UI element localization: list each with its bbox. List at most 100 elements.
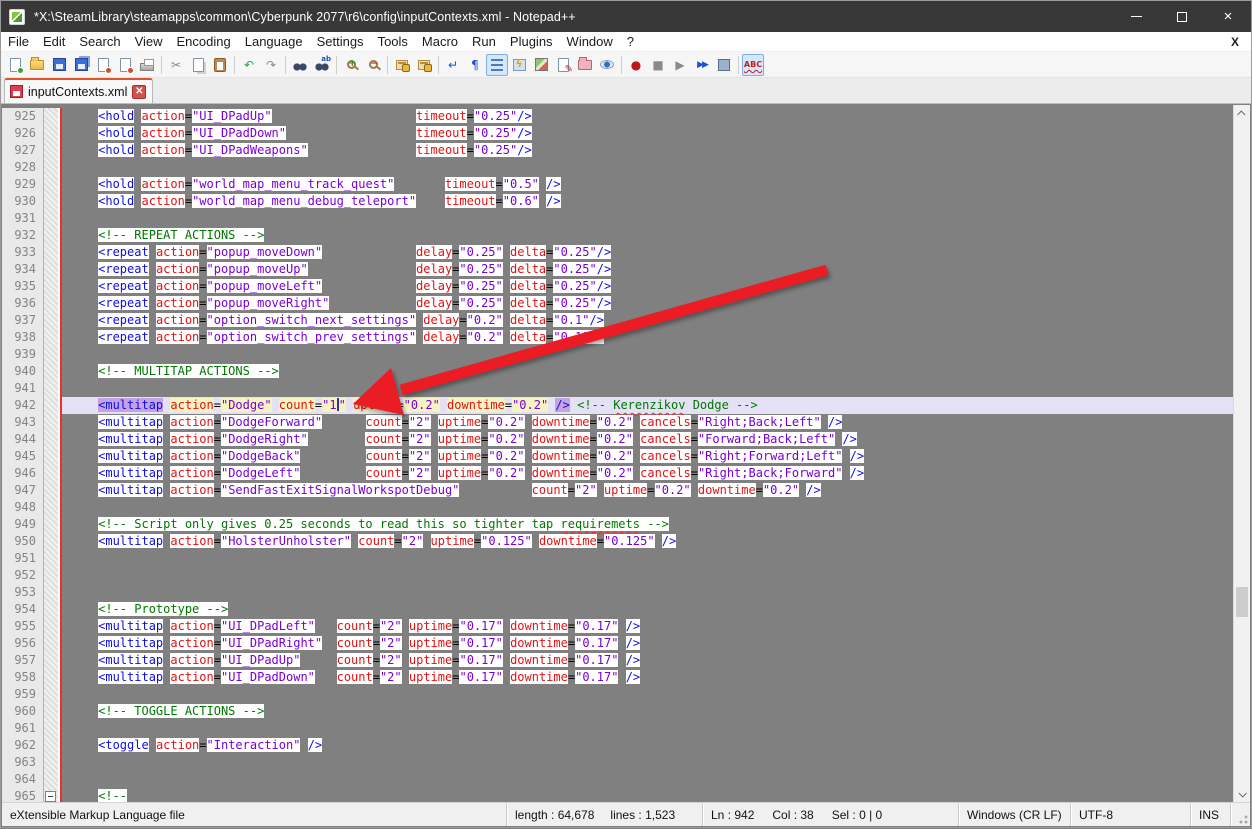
code-line-text[interactable]: <multitap action="UI_DPadUp" count="2" u… bbox=[62, 652, 1233, 669]
code-line-text[interactable]: <!-- Prototype --> bbox=[62, 601, 1233, 618]
code-line-text[interactable] bbox=[62, 567, 1233, 584]
code-line-text[interactable]: <hold action="UI_DPadUp" timeout="0.25"/… bbox=[62, 108, 1233, 125]
code-line-text[interactable]: <!-- REPEAT ACTIONS --> bbox=[62, 227, 1233, 244]
code-line-text[interactable]: <multitap action="SendFastExitSignalWork… bbox=[62, 482, 1233, 499]
macro-stop-button[interactable]: ■ bbox=[647, 54, 669, 76]
maximize-button[interactable] bbox=[1159, 1, 1205, 32]
show-all-characters-button[interactable]: ¶ bbox=[464, 54, 486, 76]
document-close-x[interactable]: X bbox=[1219, 35, 1251, 49]
code-line-text[interactable]: <hold action="UI_DPadDown" timeout="0.25… bbox=[62, 125, 1233, 142]
code-line-text[interactable]: <!-- MULTITAP ACTIONS --> bbox=[62, 363, 1233, 380]
code-line-text[interactable] bbox=[62, 720, 1233, 737]
code-line-text[interactable]: <multitap action="HolsterUnholster" coun… bbox=[62, 533, 1233, 550]
code-line-text[interactable] bbox=[62, 686, 1233, 703]
code-line-text[interactable]: <hold action="world_map_menu_debug_telep… bbox=[62, 193, 1233, 210]
new-file-button[interactable] bbox=[4, 54, 26, 76]
code-line-text[interactable]: <multitap action="Dodge" count="1" uptim… bbox=[62, 397, 1233, 414]
minimize-button[interactable] bbox=[1113, 1, 1159, 32]
code-line-text[interactable]: <hold action="world_map_menu_track_quest… bbox=[62, 176, 1233, 193]
paste-button[interactable] bbox=[209, 54, 231, 76]
menu-item-run[interactable]: Run bbox=[465, 32, 503, 51]
spell-check-button[interactable]: ABC bbox=[742, 54, 764, 76]
code-line-text[interactable] bbox=[62, 380, 1233, 397]
code-line-text[interactable] bbox=[62, 210, 1233, 227]
vertical-scrollbar[interactable] bbox=[1233, 105, 1250, 802]
menu-item-file[interactable]: File bbox=[1, 32, 36, 51]
code-area[interactable]: 925 <hold action="UI_DPadUp" timeout="0.… bbox=[2, 105, 1233, 802]
code-line-text[interactable]: <multitap action="DodgeRight" count="2" … bbox=[62, 431, 1233, 448]
document-map-button[interactable] bbox=[530, 54, 552, 76]
code-line-text[interactable] bbox=[62, 584, 1233, 601]
code-line-text[interactable]: <!-- TOGGLE ACTIONS --> bbox=[62, 703, 1233, 720]
code-line-text[interactable]: <repeat action="option_switch_prev_setti… bbox=[62, 329, 1233, 346]
sync-horizontal-button[interactable] bbox=[413, 54, 435, 76]
zoom-out-button[interactable]: − bbox=[362, 54, 384, 76]
scroll-down-icon[interactable] bbox=[1234, 785, 1250, 802]
code-line-text[interactable]: <repeat action="option_switch_next_setti… bbox=[62, 312, 1233, 329]
code-line-text[interactable] bbox=[62, 346, 1233, 363]
document-switcher-button[interactable] bbox=[552, 54, 574, 76]
cut-button[interactable]: ✂ bbox=[165, 54, 187, 76]
close-button[interactable]: × bbox=[1205, 1, 1251, 32]
macro-save-button[interactable] bbox=[713, 54, 735, 76]
menu-item-[interactable]: ? bbox=[620, 32, 641, 51]
menu-item-language[interactable]: Language bbox=[238, 32, 310, 51]
macro-run-multiple-button[interactable]: ▶▶ bbox=[691, 54, 713, 76]
save-button[interactable] bbox=[48, 54, 70, 76]
code-line-text[interactable]: <repeat action="popup_moveDown" delay="0… bbox=[62, 244, 1233, 261]
open-button[interactable] bbox=[26, 54, 48, 76]
status-eol-format[interactable]: Windows (CR LF) bbox=[959, 803, 1071, 826]
indent-guide-button[interactable] bbox=[486, 54, 508, 76]
redo-button[interactable]: ↷ bbox=[260, 54, 282, 76]
resize-grip[interactable] bbox=[1234, 810, 1250, 826]
menu-item-encoding[interactable]: Encoding bbox=[170, 32, 238, 51]
menu-item-macro[interactable]: Macro bbox=[415, 32, 465, 51]
menu-item-settings[interactable]: Settings bbox=[310, 32, 371, 51]
zoom-in-button[interactable]: + bbox=[340, 54, 362, 76]
code-line-text[interactable]: <multitap action="DodgeForward" count="2… bbox=[62, 414, 1233, 431]
menu-item-view[interactable]: View bbox=[128, 32, 170, 51]
scroll-up-icon[interactable] bbox=[1234, 105, 1250, 122]
status-insert-mode[interactable]: INS bbox=[1191, 803, 1231, 826]
word-wrap-button[interactable]: ↵ bbox=[442, 54, 464, 76]
code-line-text[interactable]: <repeat action="popup_moveUp" delay="0.2… bbox=[62, 261, 1233, 278]
menu-item-search[interactable]: Search bbox=[72, 32, 127, 51]
close-button[interactable] bbox=[92, 54, 114, 76]
replace-button[interactable] bbox=[311, 54, 333, 76]
code-line-text[interactable]: <!-- Script only gives 0.25 seconds to r… bbox=[62, 516, 1233, 533]
find-button[interactable] bbox=[289, 54, 311, 76]
fold-collapse-icon[interactable] bbox=[45, 791, 56, 802]
menu-item-tools[interactable]: Tools bbox=[371, 32, 415, 51]
undo-button[interactable]: ↶ bbox=[238, 54, 260, 76]
menu-item-edit[interactable]: Edit bbox=[36, 32, 72, 51]
save-all-button[interactable] bbox=[70, 54, 92, 76]
code-line-text[interactable]: <repeat action="popup_moveLeft" delay="0… bbox=[62, 278, 1233, 295]
code-line-text[interactable]: <!-- bbox=[62, 788, 1233, 802]
macro-record-button[interactable]: ● bbox=[625, 54, 647, 76]
code-line-text[interactable]: <multitap action="DodgeBack" count="2" u… bbox=[62, 448, 1233, 465]
close-all-button[interactable] bbox=[114, 54, 136, 76]
code-line-text[interactable]: <multitap action="UI_DPadRight" count="2… bbox=[62, 635, 1233, 652]
tab-close-icon[interactable]: ✕ bbox=[132, 85, 146, 99]
function-completion-button[interactable]: ϟ bbox=[508, 54, 530, 76]
monitoring-button[interactable] bbox=[596, 54, 618, 76]
scrollbar-thumb[interactable] bbox=[1236, 587, 1248, 617]
print-button[interactable] bbox=[136, 54, 158, 76]
sync-vertical-button[interactable] bbox=[391, 54, 413, 76]
code-line-text[interactable]: <toggle action="Interaction" /> bbox=[62, 737, 1233, 754]
code-line-text[interactable]: <repeat action="popup_moveRight" delay="… bbox=[62, 295, 1233, 312]
code-line-text[interactable] bbox=[62, 499, 1233, 516]
code-line-text[interactable] bbox=[62, 159, 1233, 176]
code-line-text[interactable]: <multitap action="DodgeLeft" count="2" u… bbox=[62, 465, 1233, 482]
code-line-text[interactable] bbox=[62, 754, 1233, 771]
copy-button[interactable] bbox=[187, 54, 209, 76]
folder-as-workspace-button[interactable] bbox=[574, 54, 596, 76]
tab-inputcontexts[interactable]: inputContexts.xml ✕ bbox=[4, 78, 153, 103]
code-line-text[interactable]: <multitap action="UI_DPadLeft" count="2"… bbox=[62, 618, 1233, 635]
menu-item-plugins[interactable]: Plugins bbox=[503, 32, 560, 51]
macro-play-button[interactable]: ▶ bbox=[669, 54, 691, 76]
code-line-text[interactable] bbox=[62, 550, 1233, 567]
status-encoding[interactable]: UTF-8 bbox=[1071, 803, 1191, 826]
code-line-text[interactable]: <hold action="UI_DPadWeapons" timeout="0… bbox=[62, 142, 1233, 159]
menu-item-window[interactable]: Window bbox=[560, 32, 620, 51]
